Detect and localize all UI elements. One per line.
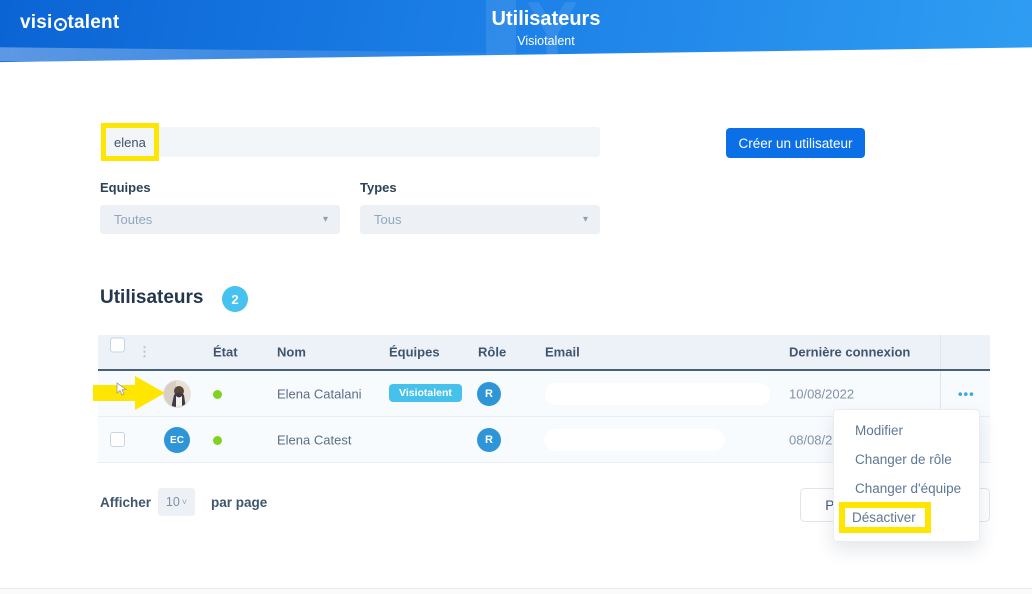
status-dot bbox=[213, 436, 222, 445]
user-name: Elena Catest bbox=[277, 432, 351, 447]
page: Y visi talent Utilisateurs Visiotalent C… bbox=[0, 0, 1032, 594]
status-dot bbox=[213, 390, 222, 399]
search-input[interactable] bbox=[100, 127, 600, 157]
menu-item-change-role[interactable]: Changer de rôle bbox=[834, 445, 979, 474]
page-size-value: 10 bbox=[166, 495, 180, 509]
row-checkbox[interactable] bbox=[110, 432, 125, 447]
app-logo[interactable]: visi talent bbox=[20, 12, 119, 34]
menu-item-deactivate-label: Désactiver bbox=[852, 510, 916, 525]
page-subtitle: Visiotalent bbox=[492, 34, 601, 48]
per-page-label: par page bbox=[211, 495, 267, 510]
types-filter-label: Types bbox=[360, 180, 397, 195]
section-title: Utilisateurs bbox=[100, 287, 203, 309]
select-all-checkbox[interactable] bbox=[110, 338, 125, 353]
col-header-last-login: Dernière connexion bbox=[789, 345, 910, 360]
email-redacted bbox=[545, 383, 770, 405]
user-count-badge: 2 bbox=[222, 286, 248, 312]
page-size-label: Afficher bbox=[100, 495, 151, 510]
row-context-menu: Modifier Changer de rôle Changer d'équip… bbox=[833, 409, 980, 542]
last-login: 10/08/2022 bbox=[789, 386, 854, 401]
create-user-button[interactable]: Créer un utilisateur bbox=[726, 128, 865, 158]
row-actions-button[interactable]: ••• bbox=[958, 386, 975, 401]
col-header-state: État bbox=[213, 345, 238, 360]
types-filter-select[interactable]: Tous ▾ bbox=[360, 205, 600, 234]
col-header-teams: Équipes bbox=[389, 345, 440, 360]
avatar-initials: EC bbox=[164, 427, 190, 453]
chevron-down-icon: ▾ bbox=[323, 214, 328, 225]
col-header-role: Rôle bbox=[478, 345, 506, 360]
column-separator bbox=[940, 335, 941, 369]
user-name: Elena Catalani bbox=[277, 386, 362, 401]
header-titles: Utilisateurs Visiotalent bbox=[492, 8, 601, 48]
menu-item-modify[interactable]: Modifier bbox=[834, 416, 979, 445]
chevron-down-icon: ˅ bbox=[182, 497, 187, 507]
logo-text-pre: visi bbox=[20, 12, 53, 34]
table-header: ⋮ État Nom Équipes Rôle Email Dernière c… bbox=[98, 335, 990, 371]
annotation-highlight-deactivate: Désactiver bbox=[839, 502, 931, 533]
app-header: Y visi talent Utilisateurs Visiotalent bbox=[0, 0, 1032, 64]
chevron-down-icon: ▾ bbox=[583, 214, 588, 225]
avatar bbox=[163, 380, 191, 408]
col-header-name: Nom bbox=[277, 345, 306, 360]
row-checkbox[interactable] bbox=[110, 386, 125, 401]
header-streak bbox=[0, 47, 540, 67]
role-badge: R bbox=[477, 382, 501, 406]
logo-text-post: talent bbox=[68, 12, 120, 34]
page-size-select[interactable]: 10 ˅ bbox=[158, 488, 195, 516]
page-title: Utilisateurs bbox=[492, 8, 601, 31]
teams-filter-label: Equipes bbox=[100, 180, 151, 195]
email-redacted bbox=[545, 429, 725, 451]
kebab-icon[interactable]: ⋮ bbox=[138, 344, 151, 360]
col-header-email: Email bbox=[545, 345, 580, 360]
logo-o-icon bbox=[54, 18, 67, 31]
types-filter-value: Tous bbox=[374, 212, 401, 227]
teams-filter-value: Toutes bbox=[114, 212, 152, 227]
role-badge: R bbox=[477, 428, 501, 452]
menu-item-deactivate[interactable]: Désactiver bbox=[834, 503, 979, 532]
bottom-strip bbox=[0, 589, 1032, 594]
teams-filter-select[interactable]: Toutes ▾ bbox=[100, 205, 340, 234]
menu-item-change-team[interactable]: Changer d'équipe bbox=[834, 474, 979, 503]
team-badge: Visiotalent bbox=[389, 384, 462, 402]
